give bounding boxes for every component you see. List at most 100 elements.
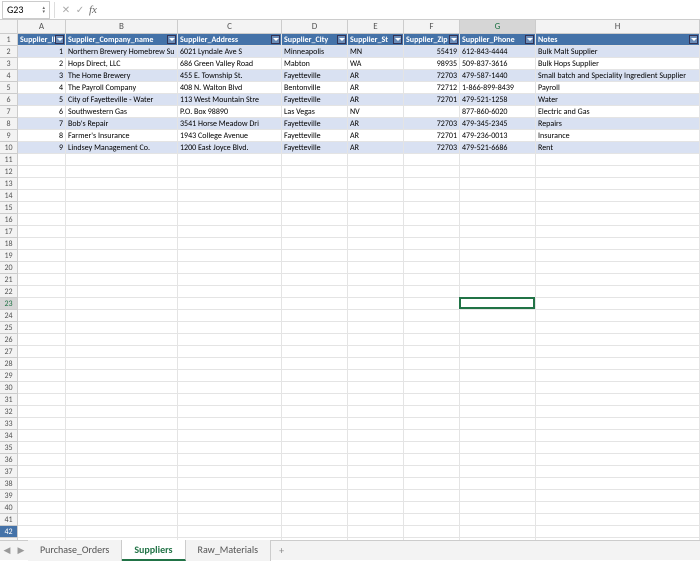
fx-icon[interactable]: fx xyxy=(89,4,97,16)
cell[interactable]: 1943 College Avenue xyxy=(178,130,282,142)
cell[interactable] xyxy=(178,358,282,370)
cell[interactable] xyxy=(282,514,348,526)
cell[interactable] xyxy=(282,358,348,370)
cell[interactable] xyxy=(282,202,348,214)
filter-dropdown-icon[interactable] xyxy=(55,35,64,44)
cell[interactable] xyxy=(18,418,66,430)
col-header-C[interactable]: C xyxy=(178,20,282,34)
cell[interactable] xyxy=(18,346,66,358)
row-header[interactable]: 30 xyxy=(0,382,18,394)
cell[interactable]: Mabton xyxy=(282,58,348,70)
cell[interactable] xyxy=(66,346,178,358)
cell[interactable] xyxy=(178,454,282,466)
cell[interactable] xyxy=(282,310,348,322)
cell[interactable] xyxy=(178,322,282,334)
cell[interactable]: Southwestern Gas xyxy=(66,106,178,118)
cell[interactable] xyxy=(460,262,536,274)
cell[interactable]: 4 xyxy=(18,82,66,94)
cell[interactable]: Bentonville xyxy=(282,82,348,94)
col-header-A[interactable]: A xyxy=(18,20,66,34)
cell[interactable]: 8 xyxy=(18,130,66,142)
cell[interactable]: Fayetteville xyxy=(282,118,348,130)
cell[interactable] xyxy=(282,430,348,442)
cell[interactable]: The Home Brewery xyxy=(66,70,178,82)
filter-dropdown-icon[interactable] xyxy=(271,35,280,44)
cell[interactable]: Northern Brewery Homebrew Su xyxy=(66,46,178,58)
cell[interactable]: Farmer's Insurance xyxy=(66,130,178,142)
filter-dropdown-icon[interactable] xyxy=(449,35,458,44)
cell[interactable] xyxy=(536,226,700,238)
cell[interactable] xyxy=(536,178,700,190)
row-header[interactable]: 13 xyxy=(0,178,18,190)
cell[interactable] xyxy=(348,430,404,442)
cell[interactable]: Supplier_City xyxy=(282,34,348,46)
sheet-tab[interactable]: Raw_Materials xyxy=(186,540,272,561)
filter-dropdown-icon[interactable] xyxy=(393,35,402,44)
cell[interactable] xyxy=(404,226,460,238)
filter-dropdown-icon[interactable] xyxy=(337,35,346,44)
cell[interactable] xyxy=(282,298,348,310)
cell[interactable] xyxy=(18,394,66,406)
cell[interactable] xyxy=(18,298,66,310)
cell[interactable] xyxy=(348,346,404,358)
cell[interactable] xyxy=(348,418,404,430)
cell[interactable] xyxy=(460,466,536,478)
cell[interactable]: 72712 xyxy=(404,82,460,94)
cell[interactable] xyxy=(18,370,66,382)
add-sheet-button[interactable]: + xyxy=(271,541,292,560)
cell[interactable] xyxy=(536,298,700,310)
row-header[interactable]: 42 xyxy=(0,526,18,538)
cell[interactable] xyxy=(178,202,282,214)
cell[interactable] xyxy=(178,406,282,418)
cell[interactable] xyxy=(18,490,66,502)
cell[interactable] xyxy=(18,154,66,166)
sheet-tab[interactable]: Suppliers xyxy=(122,540,185,561)
cell[interactable] xyxy=(18,202,66,214)
cell[interactable] xyxy=(18,274,66,286)
cell[interactable] xyxy=(460,394,536,406)
cell[interactable] xyxy=(18,382,66,394)
cell[interactable] xyxy=(66,202,178,214)
cell[interactable] xyxy=(460,334,536,346)
cell[interactable] xyxy=(348,358,404,370)
row-header[interactable]: 24 xyxy=(0,310,18,322)
row-header[interactable]: 15 xyxy=(0,202,18,214)
cell[interactable] xyxy=(178,430,282,442)
cell[interactable]: Payroll xyxy=(536,82,700,94)
cell[interactable]: 509-837-3616 xyxy=(460,58,536,70)
cell[interactable]: Fayetteville xyxy=(282,142,348,154)
cell[interactable]: AR xyxy=(348,118,404,130)
cell[interactable] xyxy=(460,442,536,454)
cell[interactable]: 55419 xyxy=(404,46,460,58)
cell[interactable] xyxy=(178,226,282,238)
cell[interactable] xyxy=(18,262,66,274)
cell[interactable] xyxy=(348,310,404,322)
cell[interactable] xyxy=(178,190,282,202)
cell[interactable] xyxy=(404,166,460,178)
cell[interactable] xyxy=(404,418,460,430)
row-header[interactable]: 9 xyxy=(0,130,18,142)
cell[interactable] xyxy=(404,310,460,322)
cell[interactable] xyxy=(460,214,536,226)
cell[interactable] xyxy=(536,190,700,202)
cell[interactable]: 113 West Mountain Stre xyxy=(178,94,282,106)
cell[interactable] xyxy=(18,442,66,454)
cell[interactable] xyxy=(536,442,700,454)
cell[interactable] xyxy=(178,502,282,514)
cell[interactable] xyxy=(348,382,404,394)
cell[interactable] xyxy=(404,358,460,370)
cell[interactable] xyxy=(66,442,178,454)
cell[interactable] xyxy=(348,274,404,286)
cell[interactable] xyxy=(282,526,348,538)
cell[interactable]: AR xyxy=(348,82,404,94)
row-header[interactable]: 16 xyxy=(0,214,18,226)
cell[interactable] xyxy=(404,382,460,394)
row-header[interactable]: 2 xyxy=(0,46,18,58)
cell[interactable] xyxy=(536,214,700,226)
cell[interactable] xyxy=(282,406,348,418)
row-header[interactable]: 39 xyxy=(0,490,18,502)
cell[interactable] xyxy=(460,298,536,310)
cell[interactable]: 72703 xyxy=(404,70,460,82)
cell[interactable] xyxy=(282,190,348,202)
cell[interactable] xyxy=(282,418,348,430)
